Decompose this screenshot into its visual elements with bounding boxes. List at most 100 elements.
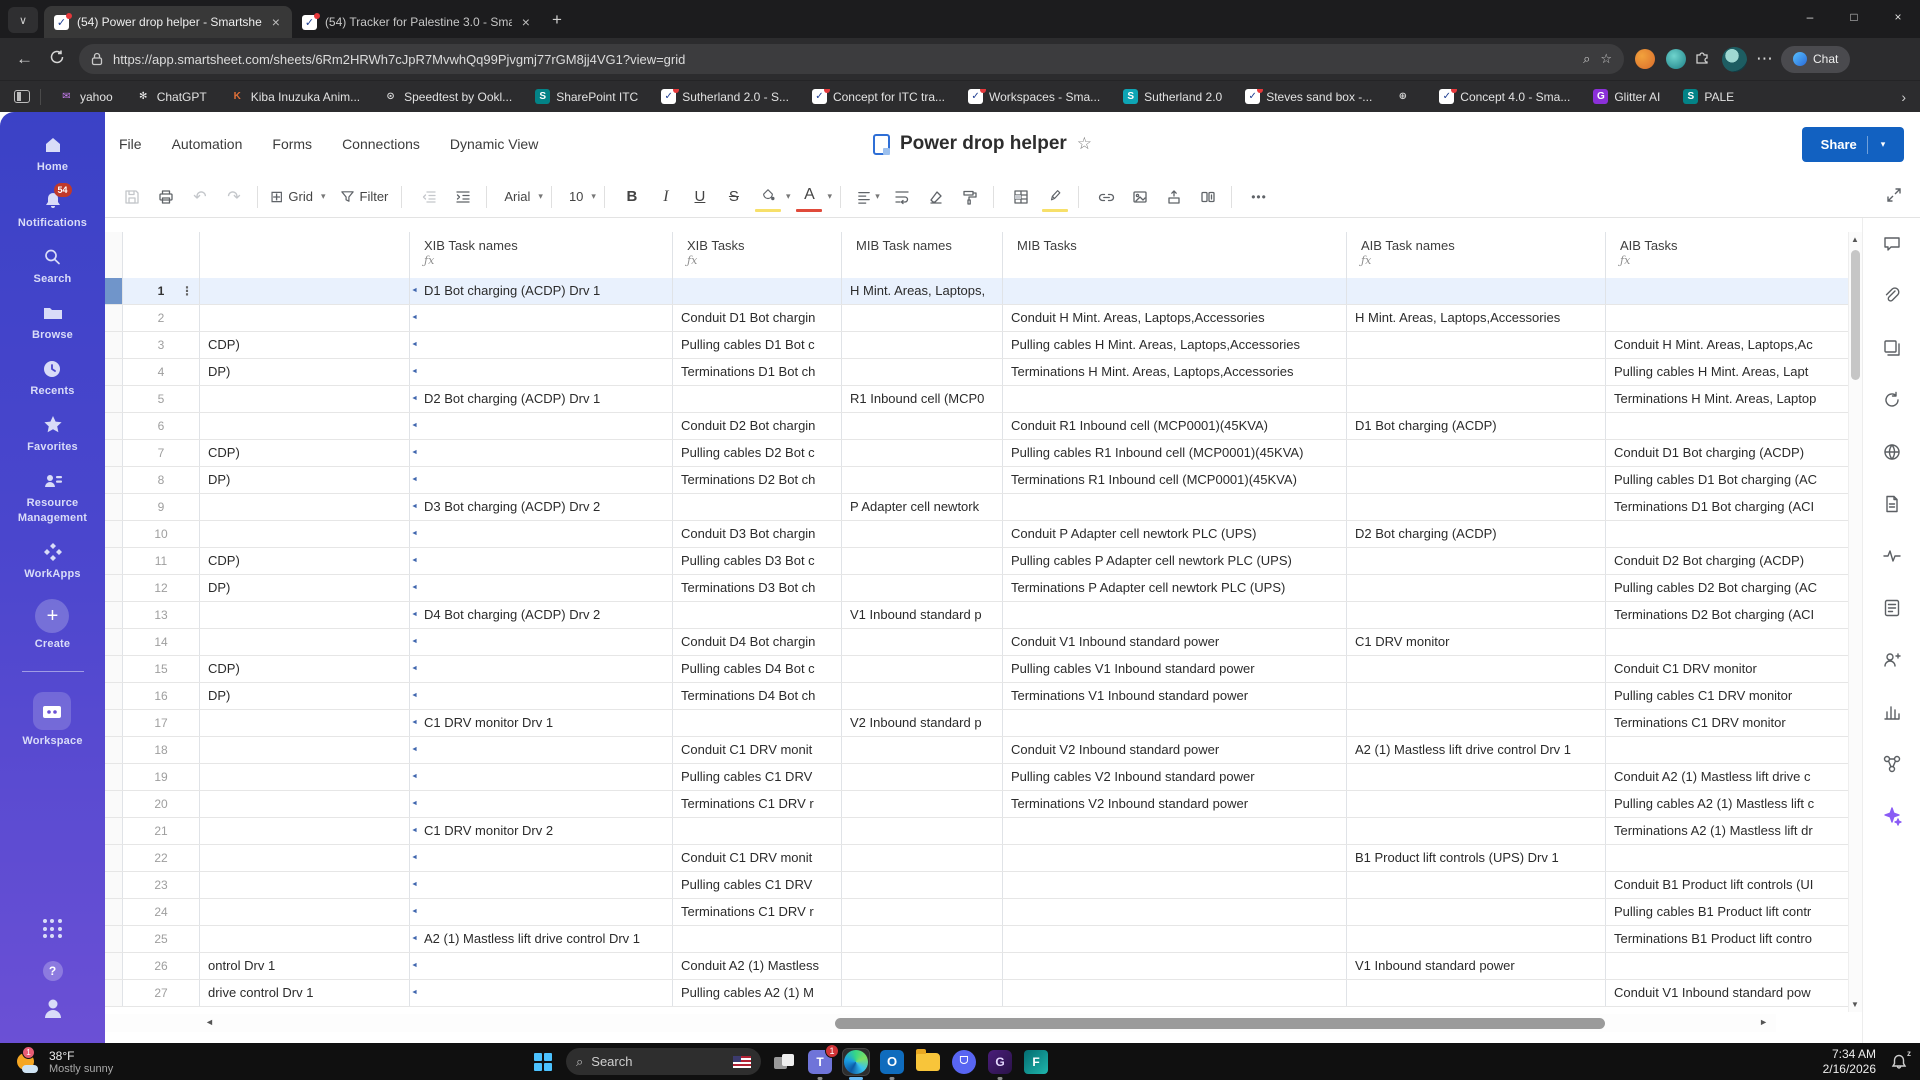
grid-cell[interactable]: ◄ [410, 764, 673, 790]
row-handle[interactable] [105, 548, 123, 574]
bookmark-item[interactable]: S PALE [1683, 89, 1734, 104]
browser-menu-icon[interactable]: ⋯ [1756, 49, 1773, 69]
undo-icon[interactable]: ↶ [185, 182, 215, 212]
proofs-icon[interactable] [1882, 338, 1902, 363]
vertical-scroll-thumb[interactable] [1851, 250, 1860, 380]
grid-cell[interactable] [1606, 953, 1848, 979]
bookmark-item[interactable]: ⊙ Speedtest by Ookl... [383, 89, 512, 104]
link-icon[interactable] [1091, 182, 1121, 212]
ai-assistant-icon[interactable] [1882, 806, 1902, 831]
publish-icon[interactable] [1882, 442, 1902, 467]
grid-cell[interactable] [842, 413, 1003, 439]
row-number[interactable]: 3⋮ [123, 332, 200, 358]
grid-cell[interactable]: ◄ [410, 548, 673, 574]
row-handle[interactable] [105, 764, 123, 790]
row-handle[interactable] [105, 278, 123, 304]
highlight-icon[interactable] [1040, 182, 1070, 212]
grid-cell[interactable]: Terminations B1 Product lift contro [1606, 926, 1848, 952]
edge-app[interactable] [842, 1047, 870, 1080]
grid-cell[interactable]: R1 Inbound cell (MCP0 [842, 386, 1003, 412]
row-handle[interactable] [105, 710, 123, 736]
grid-cell[interactable] [200, 845, 410, 871]
grid-cell[interactable]: Conduit D4 Bot chargin [673, 629, 842, 655]
row-number[interactable]: 26⋮ [123, 953, 200, 979]
grid-cell[interactable]: ◄ D1 Bot charging (ACDP) Drv 1 [410, 278, 673, 304]
row-handle[interactable] [105, 602, 123, 628]
sidebar-item-workspace[interactable]: Workspace [22, 692, 82, 748]
row-handle[interactable] [105, 980, 123, 1006]
grid-cell[interactable]: ◄ [410, 656, 673, 682]
grid-cell[interactable] [1606, 629, 1848, 655]
grid-cell[interactable] [1347, 872, 1606, 898]
grid-cell[interactable]: Terminations D4 Bot ch [673, 683, 842, 709]
tab-close-icon[interactable]: × [520, 14, 532, 30]
grid-cell[interactable] [1003, 386, 1347, 412]
row-number[interactable]: 25⋮ [123, 926, 200, 952]
grid-cell[interactable] [1347, 980, 1606, 1006]
row-handle[interactable] [105, 791, 123, 817]
grid-cell[interactable] [1347, 764, 1606, 790]
grid-cell[interactable]: ◄ D2 Bot charging (ACDP) Drv 1 [410, 386, 673, 412]
horizontal-scrollbar[interactable]: ◄ ► [105, 1014, 1776, 1032]
grid-cell[interactable]: ◄ D4 Bot charging (ACDP) Drv 2 [410, 602, 673, 628]
grid-cell[interactable] [200, 413, 410, 439]
contacts-icon[interactable] [1882, 650, 1902, 675]
grid-cell[interactable]: Conduit A2 (1) Mastless lift drive c [1606, 764, 1848, 790]
grid-cell[interactable] [200, 305, 410, 331]
grid-cell[interactable] [1347, 548, 1606, 574]
grid-cell[interactable] [1606, 278, 1848, 304]
row-handle[interactable] [105, 656, 123, 682]
grid-cell[interactable]: Conduit V2 Inbound standard power [1003, 737, 1347, 763]
grid-cell[interactable]: V2 Inbound standard p [842, 710, 1003, 736]
extension-icon-orange[interactable] [1635, 49, 1655, 69]
grid-cell[interactable]: B1 Product lift controls (UPS) Drv 1 [1347, 845, 1606, 871]
column-header-clipped[interactable] [200, 232, 410, 278]
bookmark-item[interactable]: ✓ Steves sand box -... [1245, 89, 1372, 104]
grid-cell[interactable]: Pulling cables C1 DRV monitor [1606, 683, 1848, 709]
row-number[interactable]: 22⋮ [123, 845, 200, 871]
sidebar-item-resource-management[interactable]: Resource Management [18, 470, 87, 525]
address-bar[interactable]: https://app.smartsheet.com/sheets/6Rm2HR… [79, 44, 1624, 74]
charts-icon[interactable] [1882, 702, 1902, 727]
summary-icon[interactable] [1882, 598, 1902, 623]
bookmarks-overflow-icon[interactable]: › [1901, 89, 1906, 105]
new-tab-button[interactable]: + [552, 10, 562, 30]
grid-cell[interactable] [200, 629, 410, 655]
grid-cell[interactable]: Conduit C1 DRV monit [673, 737, 842, 763]
grid-cell[interactable] [1347, 602, 1606, 628]
print-icon[interactable] [151, 182, 181, 212]
expand-icon[interactable] [1886, 187, 1902, 208]
glitter-app[interactable]: G [987, 1049, 1013, 1080]
grid-cell[interactable] [200, 926, 410, 952]
strikethrough-button[interactable]: S [719, 182, 749, 212]
grid-cell[interactable]: Conduit D1 Bot chargin [673, 305, 842, 331]
attachments-icon[interactable] [1882, 286, 1902, 311]
grid-cell[interactable]: Pulling cables H Mint. Areas, Lapt [1606, 359, 1848, 385]
row-number[interactable]: 7⋮ [123, 440, 200, 466]
grid-cell[interactable]: Pulling cables D1 Bot c [673, 332, 842, 358]
grid-cell[interactable]: Terminations D3 Bot ch [673, 575, 842, 601]
zoom-icon[interactable]: ⌕ [1583, 51, 1590, 67]
font-family-select[interactable]: Arial ▾ [499, 182, 543, 212]
grid-cell[interactable] [1347, 359, 1606, 385]
grid-cell[interactable]: Conduit H Mint. Areas, Laptops,Ac [1606, 332, 1848, 358]
grid-cell[interactable] [1606, 737, 1848, 763]
bookmark-item[interactable]: ✓ Workspaces - Sma... [968, 89, 1100, 104]
grid-cell[interactable]: Conduit C1 DRV monit [673, 845, 842, 871]
extensions-puzzle-icon[interactable] [1694, 48, 1711, 70]
row-number[interactable]: 18⋮ [123, 737, 200, 763]
row-number[interactable]: 27⋮ [123, 980, 200, 1006]
row-number[interactable]: 15⋮ [123, 656, 200, 682]
grid-cell[interactable] [842, 467, 1003, 493]
minimize-button[interactable]: – [1788, 0, 1832, 34]
grid-cell[interactable]: Conduit P Adapter cell newtork PLC (UPS) [1003, 521, 1347, 547]
row-handle[interactable] [105, 413, 123, 439]
grid-cell[interactable]: Terminations C1 DRV monitor [1606, 710, 1848, 736]
grid-cell[interactable]: Conduit V1 Inbound standard pow [1606, 980, 1848, 1006]
grid-cell[interactable]: ◄ [410, 305, 673, 331]
bookmark-item[interactable]: ⊕ [1395, 89, 1416, 104]
grid-cell[interactable] [1347, 575, 1606, 601]
sidebar-item-browse[interactable]: Browse [32, 302, 73, 342]
grid-cell[interactable] [673, 386, 842, 412]
activity-log-icon[interactable] [1882, 546, 1902, 571]
